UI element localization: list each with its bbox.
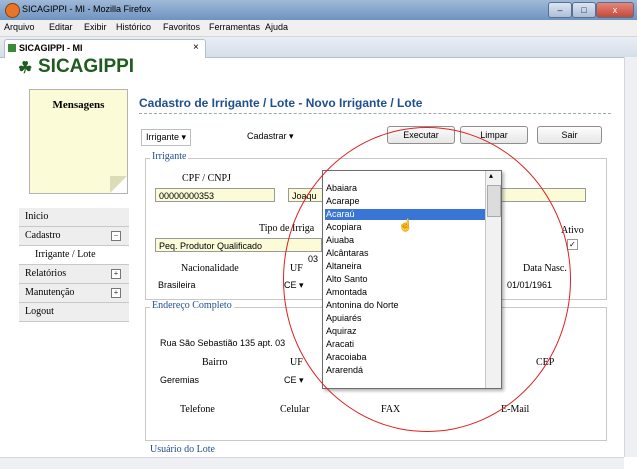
favicon-icon bbox=[8, 44, 16, 52]
menu-favoritos[interactable]: Favoritos bbox=[163, 22, 200, 32]
nav-cadastro-label: Cadastro bbox=[25, 230, 61, 241]
menu-bar: Arquivo Editar Exibir Histórico Favorito… bbox=[0, 20, 637, 37]
endereco-legend: Endereço Completo bbox=[150, 300, 234, 311]
irrigante-menu[interactable]: Irrigante ▾ bbox=[141, 129, 192, 146]
nav-irrigante-lote[interactable]: Irrigante / Lote bbox=[19, 246, 129, 265]
page-title: Cadastro de Irrigante / Lote - Novo Irri… bbox=[139, 96, 423, 110]
chevron-down-icon: ▾ bbox=[181, 132, 187, 142]
nav-manutencao[interactable]: Manutenção + bbox=[19, 284, 129, 303]
page-vertical-scrollbar[interactable] bbox=[624, 57, 637, 457]
nav-logout-label: Logout bbox=[25, 306, 54, 317]
rua-value[interactable]: Rua São Sebastião 135 apt. 03 bbox=[160, 338, 285, 348]
collapse-icon[interactable]: − bbox=[111, 231, 121, 241]
nav-relatorios-label: Relatórios bbox=[25, 268, 67, 279]
nav-cadastro[interactable]: Cadastro − bbox=[19, 227, 129, 246]
telefone-label: Telefone bbox=[180, 404, 215, 415]
cadastrar-menu[interactable]: Cadastrar ▾ bbox=[243, 129, 298, 144]
nav-logout[interactable]: Logout bbox=[19, 303, 129, 322]
endereco-uf-value: CE bbox=[284, 375, 297, 385]
nav-relatorios[interactable]: Relatórios + bbox=[19, 265, 129, 284]
menu-historico[interactable]: Histórico bbox=[116, 22, 151, 32]
nacionalidade-label: Nacionalidade bbox=[181, 263, 239, 274]
page-fold-icon bbox=[110, 176, 127, 193]
minimize-button[interactable]: – bbox=[548, 2, 572, 18]
logo-text: SICAGIPPI bbox=[38, 56, 135, 77]
ativo-checkbox[interactable]: ✓ bbox=[567, 239, 578, 250]
nav-irrigante-lote-label: Irrigante / Lote bbox=[35, 249, 96, 260]
page-horizontal-scrollbar[interactable] bbox=[0, 457, 624, 469]
menu-arquivo[interactable]: Arquivo bbox=[4, 22, 35, 32]
menu-editar[interactable]: Editar bbox=[49, 22, 73, 32]
nacionalidade-value[interactable]: Brasileira bbox=[158, 280, 196, 290]
close-window-button[interactable]: x bbox=[596, 2, 634, 18]
bairro-label: Bairro bbox=[202, 357, 228, 368]
maximize-button[interactable]: □ bbox=[572, 2, 596, 18]
window-title: SICAGIPPI - MI - Mozilla Firefox bbox=[22, 4, 152, 14]
window-title-bar: SICAGIPPI - MI - Mozilla Firefox – □ x bbox=[0, 0, 637, 20]
messages-title: Mensagens bbox=[52, 99, 105, 111]
messages-panel: Mensagens bbox=[29, 89, 128, 194]
cadastrar-menu-label: Cadastrar bbox=[247, 131, 287, 141]
expand-icon[interactable]: + bbox=[111, 269, 121, 279]
bairro-value[interactable]: Geremias bbox=[160, 375, 199, 385]
cpf-input[interactable]: 00000000353 bbox=[155, 188, 275, 202]
tab-label: SICAGIPPI - MI bbox=[19, 43, 83, 53]
sair-button[interactable]: Sair bbox=[537, 126, 602, 144]
chevron-down-icon: ▾ bbox=[299, 375, 304, 385]
celular-label: Celular bbox=[280, 404, 310, 415]
cpf-label: CPF / CNPJ bbox=[182, 173, 231, 184]
logo-icon: ☘ bbox=[18, 60, 33, 77]
side-navigation: Inicio Cadastro − Irrigante / Lote Relató… bbox=[19, 208, 129, 322]
menu-ferramentas[interactable]: Ferramentas bbox=[209, 22, 260, 32]
firefox-icon bbox=[5, 3, 20, 18]
menu-exibir[interactable]: Exibir bbox=[84, 22, 107, 32]
irrigante-menu-label: Irrigante bbox=[146, 132, 180, 142]
chevron-down-icon: ▾ bbox=[289, 131, 294, 141]
nav-inicio-label: Inicio bbox=[25, 211, 49, 222]
expand-icon[interactable]: + bbox=[111, 288, 121, 298]
nav-manutencao-label: Manutenção bbox=[25, 287, 75, 298]
irrigante-legend: Irrigante bbox=[150, 151, 189, 162]
endereco-uf-select[interactable]: CE ▾ bbox=[284, 375, 304, 386]
title-divider bbox=[139, 113, 611, 114]
annotation-circle bbox=[283, 127, 571, 432]
endereco-uf-label: UF bbox=[290, 357, 303, 368]
tab-close-icon[interactable]: × bbox=[193, 42, 199, 53]
nav-inicio[interactable]: Inicio bbox=[19, 208, 129, 227]
usuario-legend: Usuário do Lote bbox=[148, 444, 217, 455]
menu-ajuda[interactable]: Ajuda bbox=[265, 22, 288, 32]
tab-bar: SICAGIPPI - MI × bbox=[0, 37, 637, 58]
